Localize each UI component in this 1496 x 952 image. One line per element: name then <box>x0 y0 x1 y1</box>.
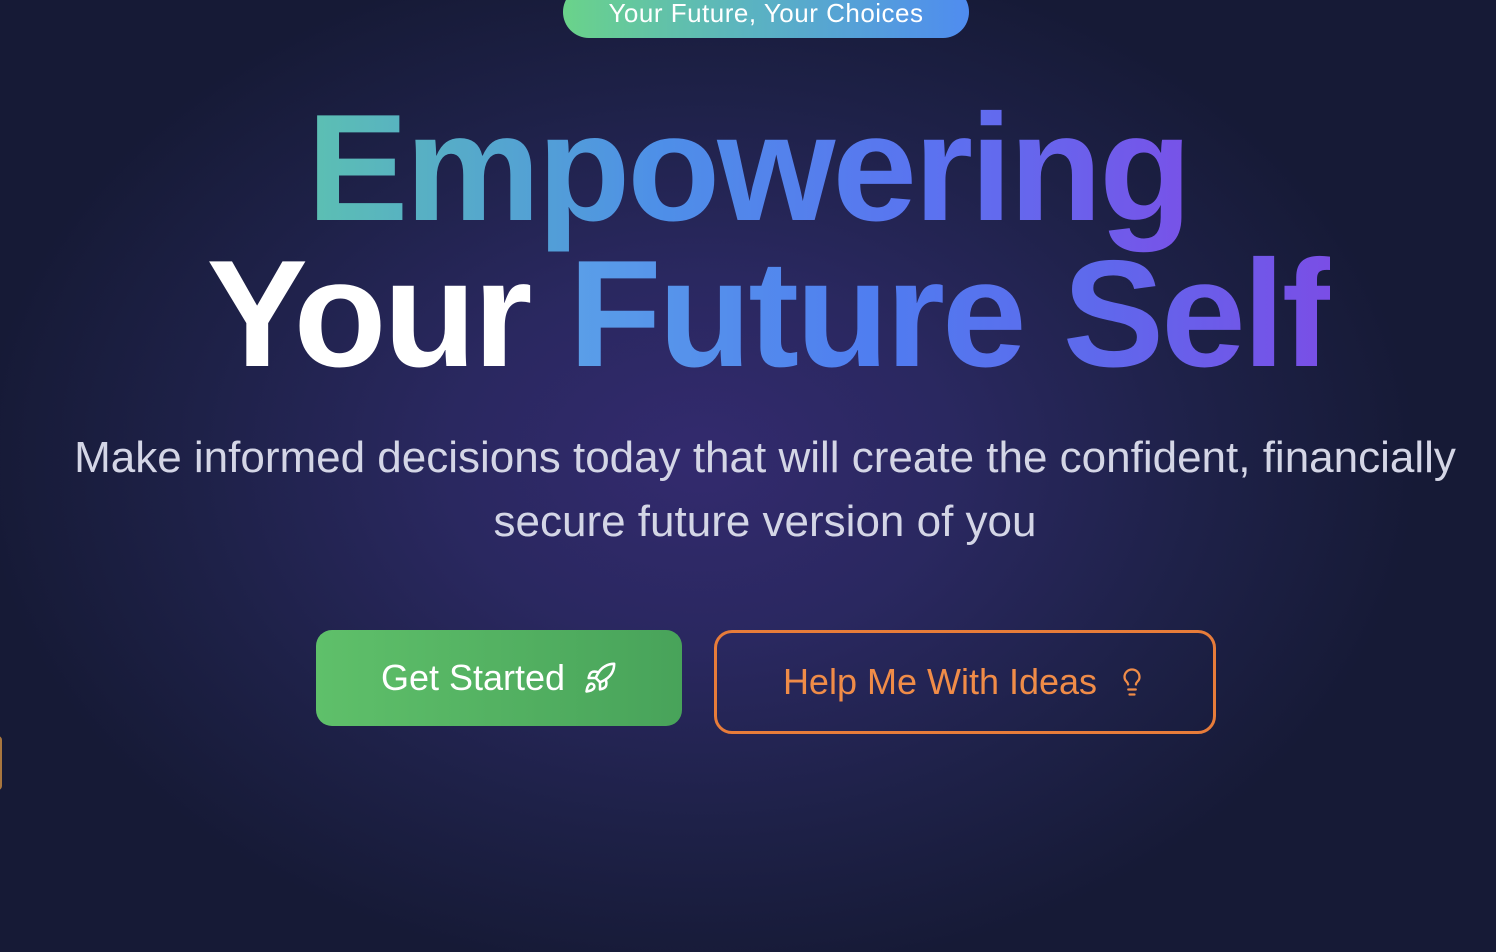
get-started-label: Get Started <box>380 657 566 698</box>
get-started-button[interactable]: Get Started <box>316 630 682 726</box>
side-drawer-handle[interactable] <box>0 736 2 790</box>
hero-title-empowering: Empowering <box>306 83 1192 253</box>
hero-subtitle: Make informed decisions today that will … <box>20 426 1496 554</box>
hero-title-future-self: Future Self <box>568 229 1333 399</box>
tagline-badge: Your Future, Your Choices <box>563 0 969 38</box>
hero-subtitle-line-2: secure future version of you <box>493 497 1037 546</box>
hero-title-your: Your <box>206 229 532 399</box>
rocket-icon <box>583 661 617 695</box>
hero-title-line-1: Empowering <box>0 92 1496 244</box>
help-me-with-ideas-button[interactable]: Help Me With Ideas <box>714 630 1216 734</box>
hero-title-line-2: Your Future Self <box>20 238 1496 390</box>
hero-subtitle-line-1: Make informed decisions today that will … <box>74 433 1456 482</box>
help-me-with-ideas-label: Help Me With Ideas <box>782 661 1098 702</box>
lightbulb-icon <box>1117 665 1147 699</box>
tagline-badge-label: Your Future, Your Choices <box>608 0 924 28</box>
